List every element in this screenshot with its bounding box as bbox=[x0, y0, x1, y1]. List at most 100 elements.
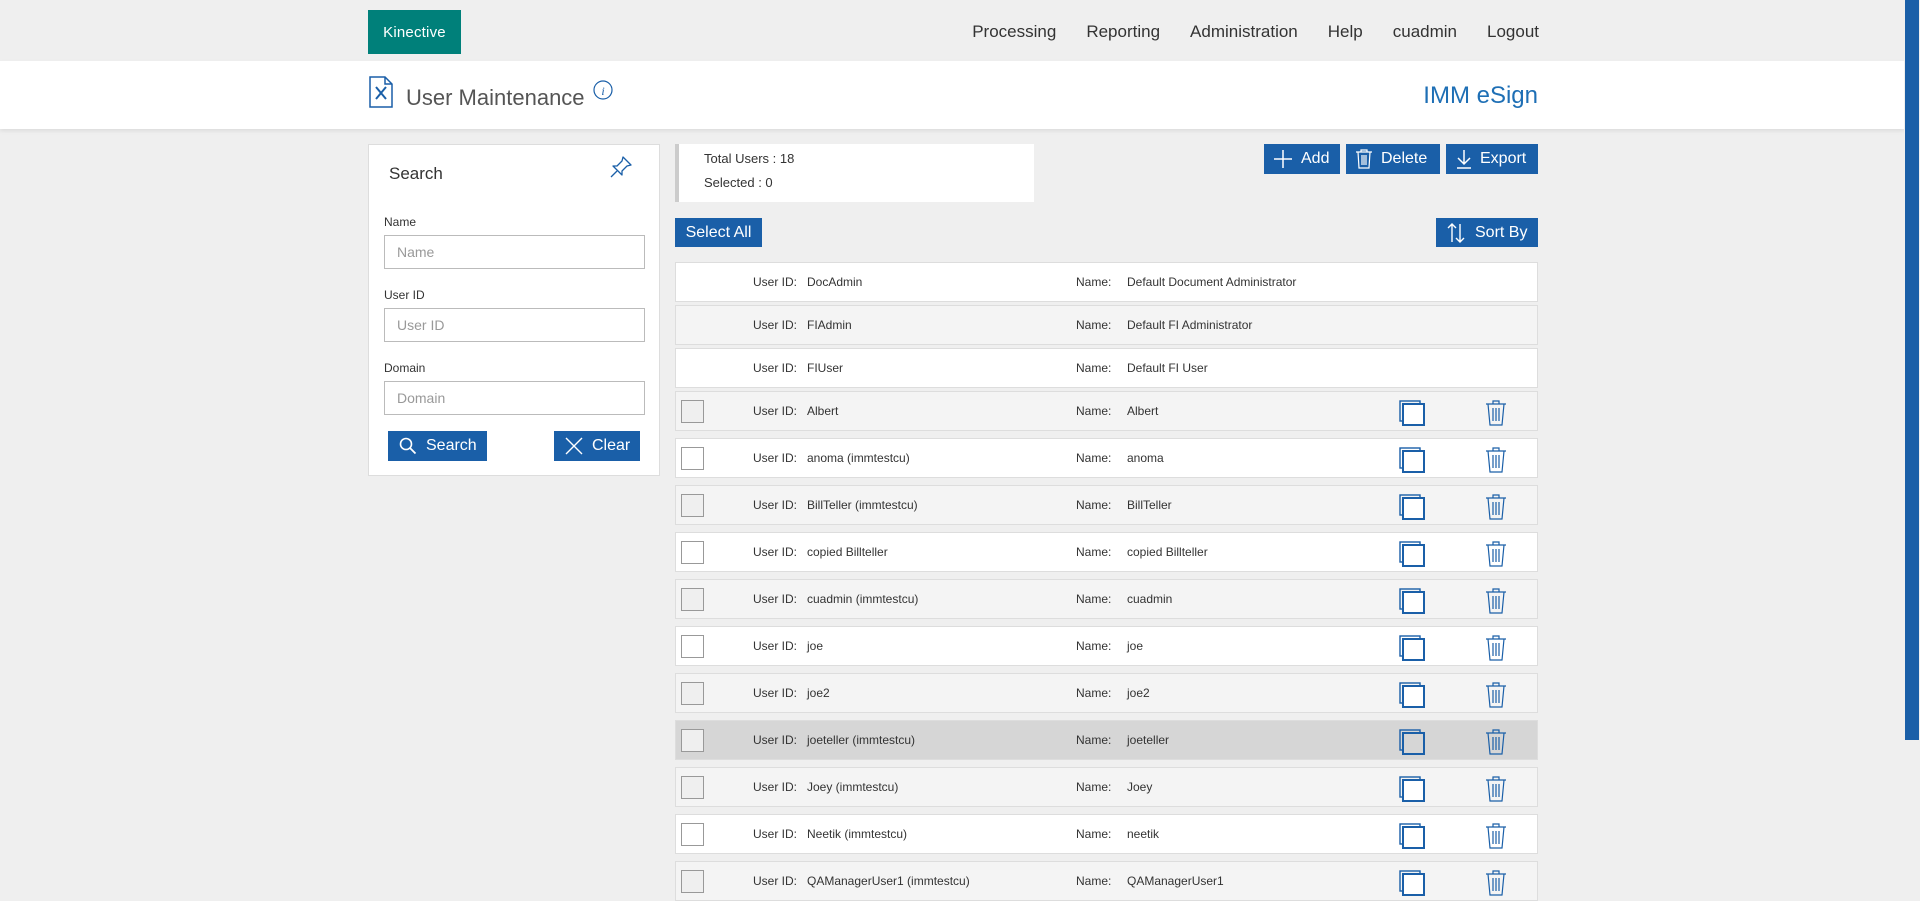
copy-icon[interactable] bbox=[1398, 869, 1426, 897]
nav-administration[interactable]: Administration bbox=[1190, 22, 1298, 42]
row-checkbox[interactable] bbox=[681, 447, 704, 470]
trash-icon[interactable] bbox=[1485, 823, 1507, 849]
nav-processing[interactable]: Processing bbox=[972, 22, 1056, 42]
row-checkbox[interactable] bbox=[681, 823, 704, 846]
trash-icon[interactable] bbox=[1485, 447, 1507, 473]
info-icon[interactable]: i bbox=[593, 80, 613, 105]
name-label: Name: bbox=[1076, 318, 1112, 332]
search-panel: Search Name User ID Domain Search Clear bbox=[368, 144, 660, 476]
nav-logout[interactable]: Logout bbox=[1487, 22, 1539, 42]
row-checkbox[interactable] bbox=[681, 494, 704, 517]
row-checkbox[interactable] bbox=[681, 776, 704, 799]
name-value: anoma bbox=[1127, 451, 1164, 465]
copy-icon[interactable] bbox=[1398, 399, 1426, 427]
export-button[interactable]: Export bbox=[1446, 144, 1538, 174]
copy-icon[interactable] bbox=[1398, 587, 1426, 615]
close-icon bbox=[565, 437, 583, 455]
copy-icon[interactable] bbox=[1398, 493, 1426, 521]
userid-input[interactable] bbox=[384, 308, 645, 342]
row-checkbox[interactable] bbox=[681, 870, 704, 893]
user-row[interactable]: User ID: FIAdmin Name: Default FI Admini… bbox=[675, 305, 1538, 345]
copy-icon[interactable] bbox=[1398, 446, 1426, 474]
row-checkbox[interactable] bbox=[681, 588, 704, 611]
user-row[interactable]: User ID: Albert Name: Albert bbox=[675, 391, 1538, 431]
delete-button[interactable]: Delete bbox=[1346, 144, 1440, 174]
copy-icon[interactable] bbox=[1398, 822, 1426, 850]
name-label: Name: bbox=[1076, 451, 1112, 465]
name-value: Joey bbox=[1127, 780, 1153, 794]
name-label: Name bbox=[384, 215, 417, 229]
name-label: Name: bbox=[1076, 733, 1112, 747]
trash-icon[interactable] bbox=[1485, 635, 1507, 661]
row-checkbox[interactable] bbox=[681, 682, 704, 705]
user-row[interactable]: User ID: QAManagerUser1 (immtestcu) Name… bbox=[675, 861, 1538, 901]
trash-icon[interactable] bbox=[1485, 400, 1507, 426]
copy-icon[interactable] bbox=[1398, 728, 1426, 756]
user-row[interactable]: User ID: joe Name: joe bbox=[675, 626, 1538, 666]
copy-icon[interactable] bbox=[1398, 775, 1426, 803]
user-row[interactable]: User ID: FIUser Name: Default FI User bbox=[675, 348, 1538, 388]
trash-icon bbox=[1356, 149, 1372, 169]
nav-help[interactable]: Help bbox=[1328, 22, 1363, 42]
nav-reporting[interactable]: Reporting bbox=[1086, 22, 1160, 42]
user-row[interactable]: User ID: joe2 Name: joe2 bbox=[675, 673, 1538, 713]
main-nav: Processing Reporting Administration Help… bbox=[972, 22, 1539, 42]
copy-icon[interactable] bbox=[1398, 634, 1426, 662]
trash-icon[interactable] bbox=[1485, 682, 1507, 708]
name-value: joeteller bbox=[1127, 733, 1170, 747]
pin-icon[interactable] bbox=[607, 153, 635, 186]
trash-icon[interactable] bbox=[1485, 494, 1507, 520]
name-label: Name: bbox=[1076, 545, 1112, 559]
user-row[interactable]: User ID: copied Billteller Name: copied … bbox=[675, 532, 1538, 572]
nav-user-cuadmin[interactable]: cuadmin bbox=[1393, 22, 1457, 42]
name-label: Name: bbox=[1076, 498, 1112, 512]
add-button[interactable]: Add bbox=[1264, 144, 1340, 174]
userid-label: User ID bbox=[384, 288, 425, 302]
user-row[interactable]: User ID: Neetik (immtestcu) Name: neetik bbox=[675, 814, 1538, 854]
user-row[interactable]: User ID: DocAdmin Name: Default Document… bbox=[675, 262, 1538, 302]
search-button[interactable]: Search bbox=[388, 431, 487, 461]
sort-by-button[interactable]: Sort By bbox=[1436, 218, 1538, 247]
user-id-label: User ID: bbox=[753, 780, 798, 794]
name-value: cuadmin bbox=[1127, 592, 1173, 606]
user-id-label: User ID: bbox=[753, 733, 798, 747]
scrollbar-thumb[interactable] bbox=[1905, 0, 1919, 740]
trash-icon[interactable] bbox=[1485, 588, 1507, 614]
user-id-value: BillTeller (immtestcu) bbox=[807, 498, 918, 512]
name-value: copied Billteller bbox=[1127, 545, 1208, 559]
copy-icon[interactable] bbox=[1398, 681, 1426, 709]
trash-icon[interactable] bbox=[1485, 870, 1507, 896]
row-checkbox[interactable] bbox=[681, 400, 704, 423]
select-all-button[interactable]: Select All bbox=[675, 218, 762, 247]
user-id-value: joeteller (immtestcu) bbox=[807, 733, 916, 747]
user-id-value: joe bbox=[807, 639, 824, 653]
user-row[interactable]: User ID: Joey (immtestcu) Name: Joey bbox=[675, 767, 1538, 807]
user-row-hovered[interactable]: User ID: joeteller (immtestcu) Name: joe… bbox=[675, 720, 1538, 760]
name-label: Name: bbox=[1076, 361, 1112, 375]
trash-icon[interactable] bbox=[1485, 776, 1507, 802]
user-id-label: User ID: bbox=[753, 639, 798, 653]
copy-icon[interactable] bbox=[1398, 540, 1426, 568]
row-checkbox[interactable] bbox=[681, 541, 704, 564]
app-name: IMM eSign bbox=[1423, 82, 1538, 109]
name-input[interactable] bbox=[384, 235, 645, 269]
user-row[interactable]: User ID: BillTeller (immtestcu) Name: Bi… bbox=[675, 485, 1538, 525]
name-label: Name: bbox=[1076, 275, 1112, 289]
user-id-value: anoma (immtestcu) bbox=[807, 451, 910, 465]
name-label: Name: bbox=[1076, 874, 1112, 888]
trash-icon[interactable] bbox=[1485, 729, 1507, 755]
user-row[interactable]: User ID: anoma (immtestcu) Name: anoma bbox=[675, 438, 1538, 478]
kinective-logo[interactable]: Kinective bbox=[368, 10, 461, 54]
user-row[interactable]: User ID: cuadmin (immtestcu) Name: cuadm… bbox=[675, 579, 1538, 619]
page-header bbox=[0, 61, 1904, 129]
user-id-value: FIUser bbox=[807, 361, 843, 375]
user-id-label: User ID: bbox=[753, 451, 798, 465]
trash-icon[interactable] bbox=[1485, 541, 1507, 567]
sort-by-button-label: Sort By bbox=[1475, 223, 1528, 241]
row-checkbox[interactable] bbox=[681, 729, 704, 752]
clear-button[interactable]: Clear bbox=[554, 431, 640, 461]
row-checkbox[interactable] bbox=[681, 635, 704, 658]
add-button-label: Add bbox=[1301, 150, 1330, 167]
domain-input[interactable] bbox=[384, 381, 645, 415]
user-id-label: User ID: bbox=[753, 318, 798, 332]
